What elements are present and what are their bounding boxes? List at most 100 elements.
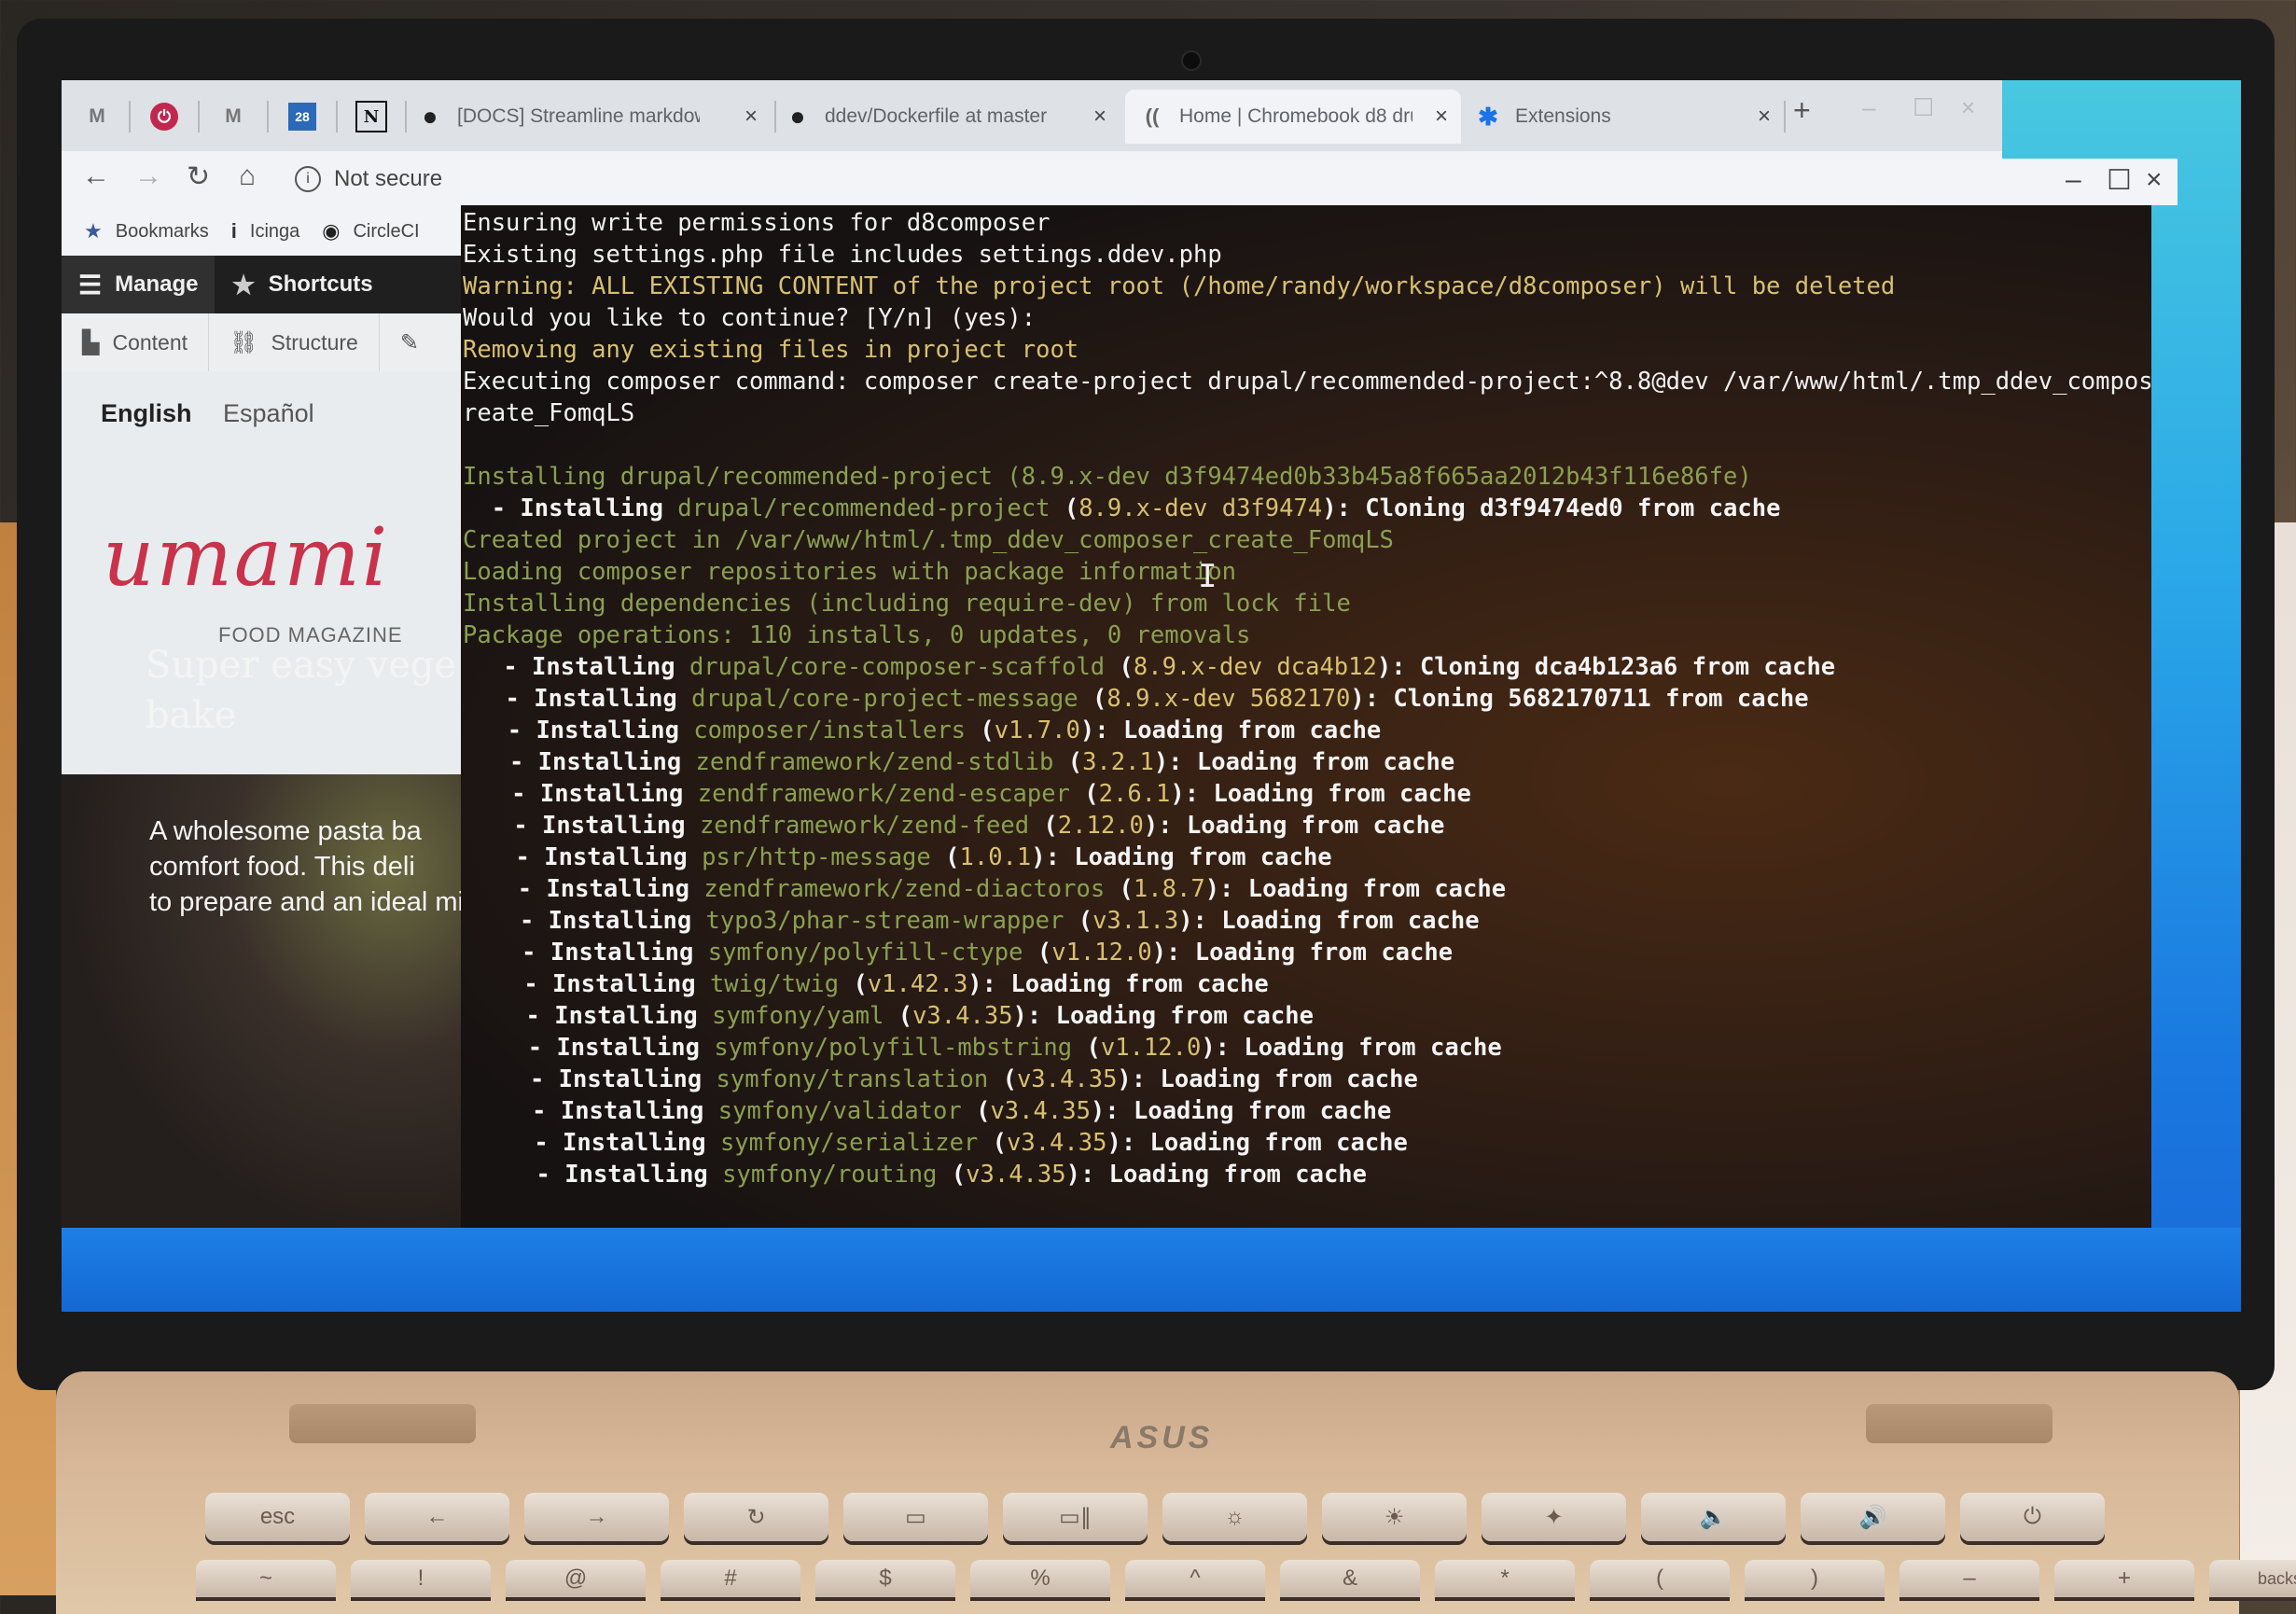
keyboard-key[interactable]: → [524, 1493, 669, 1541]
keyboard-key[interactable]: * [1435, 1560, 1575, 1597]
pinned-tab-notion[interactable]: N [343, 90, 399, 144]
tab-extensions[interactable]: ✱ Extensions × [1467, 90, 1784, 144]
terminal-text-segment: - Installing [513, 1034, 715, 1062]
keyboard-key[interactable]: # [661, 1560, 800, 1597]
keyboard-key[interactable]: 🔈 [1641, 1493, 1786, 1541]
terminal-text-segment: - Installing [494, 748, 696, 776]
forward-button[interactable]: → [134, 160, 162, 192]
info-icon[interactable]: i [295, 166, 321, 192]
tab-docs-streamline[interactable]: ● [DOCS] Streamline markdow × [416, 90, 771, 144]
keyboard-key[interactable]: ▭∥ [1003, 1493, 1148, 1541]
reload-button[interactable]: ↻ [187, 160, 210, 193]
new-tab-button[interactable]: + [1793, 93, 1811, 128]
tab-home-chromebook-d8[interactable]: (( Home | Chromebook d8 dru × [1125, 90, 1461, 144]
terminal-text-segment: ): [1117, 1065, 1161, 1093]
close-tab-icon[interactable]: × [1758, 104, 1771, 130]
terminal-text-segment: ): [1079, 717, 1123, 744]
omnibox[interactable]: i Not secure [295, 159, 442, 200]
keyboard-key[interactable]: – [1899, 1560, 2039, 1597]
tab-ddev-dockerfile[interactable]: ● ddev/Dockerfile at master × [784, 90, 1120, 144]
keyboard-key[interactable]: ) [1745, 1560, 1885, 1597]
keyboard-key[interactable]: ~ [196, 1560, 336, 1597]
keyboard-key[interactable]: % [970, 1560, 1110, 1597]
terminal-text-segment: composer/installers [693, 717, 967, 744]
text-cursor-icon: I [1198, 558, 1218, 595]
keyboard-key[interactable]: @ [506, 1560, 646, 1597]
terminal-line: Installing dependencies (including requi… [463, 590, 1351, 618]
pinned-tab-gmail[interactable]: M [69, 90, 125, 144]
terminal-text-segment: zendframework/zend-escaper [697, 780, 1070, 808]
terminal-maximize-button[interactable]: ☐ [2107, 164, 2132, 197]
keyboard-key[interactable]: & [1280, 1560, 1420, 1597]
pinned-tab-gmail-2[interactable]: M [205, 90, 261, 144]
bookmark-circleci[interactable]: ◉ CircleCI [322, 219, 419, 243]
tray-content[interactable]: ▙ Content [62, 313, 210, 371]
keyboard-key[interactable]: + [2054, 1560, 2194, 1597]
close-tab-icon[interactable]: × [1435, 104, 1448, 130]
close-tab-icon[interactable]: × [744, 104, 758, 130]
terminal-install-line: - Installing twig/twig (v1.42.3): Loadin… [463, 968, 2151, 1000]
tray-appearance[interactable]: ✎ [380, 313, 452, 371]
terminal-close-button[interactable]: × [2146, 164, 2163, 196]
toolbar-manage[interactable]: ☰ Manage [62, 256, 216, 313]
browser-maximize-button[interactable]: ☐ [1913, 93, 1934, 122]
terminal-line: Package operations: 110 installs, 0 upda… [463, 621, 1251, 649]
language-english[interactable]: English [101, 399, 192, 427]
gmail-icon: M [225, 105, 242, 127]
terminal-text-segment: zendframework/zend-diactoros [703, 875, 1106, 903]
home-button[interactable]: ⌂ [239, 160, 256, 192]
github-icon: ● [422, 102, 438, 131]
keyboard-key[interactable]: ← [365, 1493, 509, 1541]
terminal-install-line: - Installing symfony/yaml (v3.4.35): Loa… [463, 1000, 2151, 1032]
keyboard-key[interactable]: ^ [1125, 1560, 1265, 1597]
terminal-text-segment: ): [1170, 780, 1214, 808]
hero-title[interactable]: Super easy vege bake [146, 640, 481, 741]
close-tab-icon[interactable]: × [1093, 104, 1106, 130]
keyboard-key[interactable]: ( [1590, 1560, 1730, 1597]
back-button[interactable]: ← [82, 160, 110, 192]
language-espanol[interactable]: Español [223, 399, 314, 427]
terminal-text-segment: v3.4.35 [1016, 1065, 1118, 1093]
toolbar-shortcuts[interactable]: ★ Shortcuts [215, 256, 389, 313]
keyboard-key[interactable]: ☼ [1162, 1493, 1307, 1541]
calendar-icon: 28 [288, 103, 316, 131]
terminal-text-segment: - Installing [496, 780, 698, 808]
bookmark-icinga[interactable]: i Icinga [231, 219, 300, 243]
keyboard-key[interactable]: 🔊 [1801, 1493, 1945, 1541]
terminal-text-segment: ): [1204, 875, 1248, 903]
pinned-tab-power[interactable]: ⏻ [136, 90, 192, 144]
tab-title: Home | Chromebook d8 dru [1179, 105, 1412, 127]
terminal-text-segment: ( [1050, 494, 1079, 522]
keyboard-key[interactable]: esc [205, 1493, 350, 1541]
pinned-tab-calendar[interactable]: 28 [274, 90, 330, 144]
keyboard-key[interactable]: ⏻ [1960, 1493, 2105, 1541]
tab-strip: M ⏻ M 28 N ● [DOCS] Streamline markdow ×… [62, 80, 2002, 151]
terminal-text-segment: Loading from cache [1160, 1065, 1418, 1093]
keyboard-key[interactable]: ! [351, 1560, 491, 1597]
keyboard-key[interactable]: $ [815, 1560, 955, 1597]
github-icon: ● [789, 102, 806, 131]
tray-label: Structure [271, 329, 358, 355]
tray-structure[interactable]: ⛓ Structure [209, 313, 380, 371]
terminal-install-line: - Installing zendframework/zend-stdlib (… [463, 746, 2151, 778]
keyboard-key[interactable]: ☀ [1322, 1493, 1467, 1541]
terminal-text-segment: ): [1065, 1161, 1109, 1189]
terminal-text-segment: Loading from cache [1010, 970, 1269, 998]
terminal-text-segment: ( [966, 717, 995, 744]
terminal-text-segment: Cloning 5682170711 from cache [1393, 685, 1809, 713]
keyboard-key[interactable]: ↻ [684, 1493, 828, 1541]
terminal-title-bar[interactable]: – ☐ × [461, 159, 2178, 205]
terminal-text-segment: ): [1153, 748, 1197, 776]
bookmark-bookmarks[interactable]: ★ Bookmarks [84, 219, 209, 243]
terminal-text-segment: ( [961, 1097, 991, 1125]
terminal-line: Removing any existing files in project r… [463, 336, 1079, 364]
browser-minimize-button[interactable]: – [1862, 93, 1875, 122]
umami-logo[interactable]: umami [103, 511, 389, 605]
keyboard-key[interactable]: backspace [2209, 1560, 2296, 1597]
keyboard-key[interactable]: ▭ [843, 1493, 988, 1541]
keyboard-key[interactable]: ✦ [1482, 1493, 1626, 1541]
browser-close-button[interactable]: × [1961, 93, 1975, 122]
terminal-output[interactable]: Ensuring write permissions for d8compose… [461, 205, 2151, 1252]
terminal-minimize-button[interactable]: – [2066, 164, 2081, 196]
